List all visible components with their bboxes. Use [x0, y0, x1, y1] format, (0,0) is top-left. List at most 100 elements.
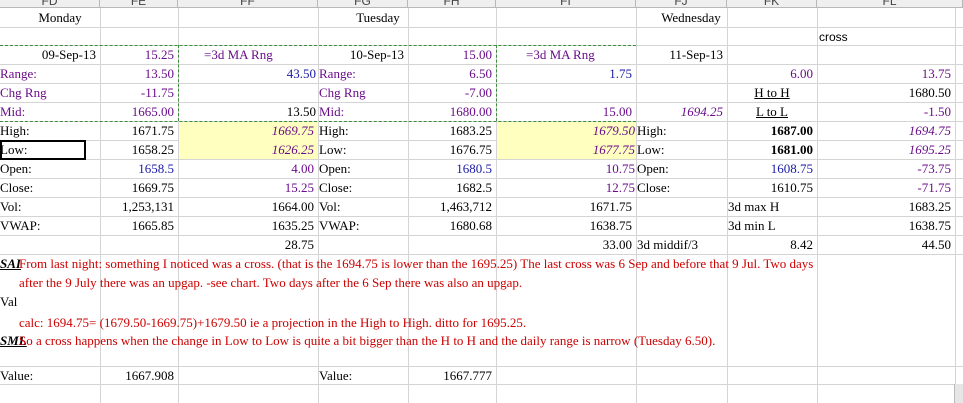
note-tag-val[interactable]: Val	[0, 293, 17, 311]
h-to-h-value[interactable]: 1680.50	[817, 84, 951, 102]
low-projection-monday[interactable]: 1626.25	[178, 141, 314, 159]
ma-range-monday[interactable]: 43.50	[178, 65, 316, 83]
mid-extra-monday[interactable]: 13.50	[178, 103, 316, 121]
ma-range-tuesday[interactable]: 1.75	[496, 65, 632, 83]
low-value-monday[interactable]: 1658.25	[100, 141, 174, 159]
note-tag-sai[interactable]: SAI	[0, 255, 21, 273]
close-extra-tuesday[interactable]: 12.75	[496, 179, 635, 197]
vol-extra-tuesday[interactable]: 1671.75	[496, 198, 632, 216]
mid-extra-tuesday[interactable]: 15.00	[496, 103, 632, 121]
close-value-tuesday[interactable]: 1682.5	[408, 179, 492, 197]
open-label: Open:	[0, 161, 32, 176]
vwap-extra-monday[interactable]: 1635.25	[178, 217, 314, 235]
high-value-tuesday[interactable]: 1683.25	[408, 122, 492, 140]
date-monday[interactable]: 09-Sep-13	[0, 46, 96, 64]
close-value-wednesday[interactable]: 1610.75	[727, 179, 813, 197]
chg-rng-label: Chg Rng	[319, 85, 366, 100]
extra-value-tuesday[interactable]: 33.00	[496, 236, 632, 254]
open-value-tuesday[interactable]: 1680.5	[408, 160, 492, 178]
column-header-fk[interactable]: FK	[727, 0, 817, 8]
chg-value-monday[interactable]: -11.75	[100, 84, 174, 102]
date-value-tuesday[interactable]: 15.00	[408, 46, 492, 64]
close-value-monday[interactable]: 1669.75	[100, 179, 174, 197]
column-header-fg[interactable]: FG	[318, 0, 408, 8]
column-header-fl[interactable]: FL	[817, 0, 963, 8]
low-value-wednesday[interactable]: 1681.00	[727, 141, 813, 159]
day-label-monday: Monday	[38, 10, 82, 25]
high-value-wednesday[interactable]: 1687.00	[727, 122, 813, 140]
middif-value[interactable]: 8.42	[727, 236, 813, 254]
note-line-3: calc: 1694.75= (1679.50-1669.75)+1679.50…	[19, 315, 527, 330]
ma-label-tuesday[interactable]: =3d MA Rng	[526, 46, 595, 64]
middif-right-value[interactable]: 44.50	[817, 236, 951, 254]
high-projection-monday[interactable]: 1669.75	[178, 122, 314, 140]
open-label: Open:	[637, 161, 669, 176]
h-to-h-label: H to H	[754, 85, 790, 100]
vwap-label: VWAP:	[319, 218, 360, 233]
vwap-value-tuesday[interactable]: 1680.68	[408, 217, 492, 235]
value-label: Value:	[319, 368, 353, 383]
mid-projection-tuesday[interactable]: 1694.25	[636, 103, 723, 121]
high-projection-tuesday[interactable]: 1679.50	[496, 122, 635, 140]
mid-label: Mid:	[319, 104, 345, 119]
day-label-wednesday: Wednesday	[661, 10, 721, 25]
date-tuesday[interactable]: 10-Sep-13	[318, 46, 404, 64]
vol-value-tuesday[interactable]: 1,463,712	[408, 198, 492, 216]
high-label: High:	[319, 123, 349, 138]
date-value-monday[interactable]: 15.25	[100, 46, 174, 64]
high-projection-wednesday[interactable]: 1694.75	[817, 122, 951, 140]
vol-label: Vol:	[0, 199, 22, 214]
column-header-fh[interactable]: FH	[408, 0, 496, 8]
range-value-tuesday[interactable]: 6.50	[408, 65, 492, 83]
vol-label: Vol:	[319, 199, 341, 214]
max-h-label: 3d max H	[728, 199, 780, 214]
vwap-value-monday[interactable]: 1665.85	[100, 217, 174, 235]
open-extra-wednesday[interactable]: -73.75	[817, 160, 951, 178]
range-value-monday[interactable]: 13.50	[100, 65, 174, 83]
chg-rng-label: Chg Rng	[0, 85, 47, 100]
open-value-monday[interactable]: 1658.5	[100, 160, 174, 178]
min-l-value[interactable]: 1638.75	[817, 217, 951, 235]
close-label: Close:	[319, 180, 353, 195]
low-label: Low:	[319, 142, 347, 157]
vol-extra-monday[interactable]: 1664.00	[178, 198, 314, 216]
vwap-extra-tuesday[interactable]: 1638.75	[496, 217, 632, 235]
close-extra-wednesday[interactable]: -71.75	[817, 179, 951, 197]
close-extra-monday[interactable]: 15.25	[178, 179, 314, 197]
range-label: Range:	[0, 66, 37, 81]
column-header-fj[interactable]: FJ	[636, 0, 727, 8]
range-value-wednesday[interactable]: 6.00	[727, 65, 813, 83]
value-tuesday[interactable]: 1667.777	[408, 367, 492, 385]
vol-value-monday[interactable]: 1,253,131	[100, 198, 174, 216]
open-label: Open:	[319, 161, 351, 176]
chg-value-tuesday[interactable]: -7.00	[408, 84, 492, 102]
open-extra-tuesday[interactable]: 10.75	[496, 160, 635, 178]
note-line-1: From last night: something I noticed was…	[19, 256, 814, 271]
range-right-wednesday[interactable]: 13.75	[817, 65, 951, 83]
high-label: High:	[0, 123, 30, 138]
close-label: Close:	[0, 180, 34, 195]
low-value-tuesday[interactable]: 1676.75	[408, 141, 492, 159]
mid-value-tuesday[interactable]: 1680.00	[408, 103, 492, 121]
column-header-fd[interactable]: FD	[0, 0, 100, 8]
gridline	[955, 8, 956, 403]
scrollbar[interactable]	[954, 384, 963, 403]
low-projection-tuesday[interactable]: 1677.75	[496, 141, 635, 159]
max-h-value[interactable]: 1683.25	[817, 198, 951, 216]
column-header-ff[interactable]: FF	[178, 0, 318, 8]
open-extra-monday[interactable]: 4.00	[178, 160, 314, 178]
open-value-wednesday[interactable]: 1608.75	[727, 160, 813, 178]
l-to-l-label: L to L	[755, 104, 788, 119]
mid-value-monday[interactable]: 1665.00	[100, 103, 174, 121]
column-header-fi[interactable]: FI	[496, 0, 636, 8]
value-label: Value:	[0, 368, 34, 383]
column-header-fe[interactable]: FE	[100, 0, 178, 8]
l-to-l-value[interactable]: -1.50	[817, 103, 951, 121]
high-value-monday[interactable]: 1671.75	[100, 122, 174, 140]
low-projection-wednesday[interactable]: 1695.25	[817, 141, 951, 159]
note-line-2: after the 9 July there was an upgap. -se…	[19, 275, 523, 290]
ma-label-monday[interactable]: =3d MA Rng	[204, 46, 273, 64]
extra-value-monday[interactable]: 28.75	[178, 236, 314, 254]
date-wednesday[interactable]: 11-Sep-13	[636, 46, 723, 64]
value-monday[interactable]: 1667.908	[100, 367, 174, 385]
